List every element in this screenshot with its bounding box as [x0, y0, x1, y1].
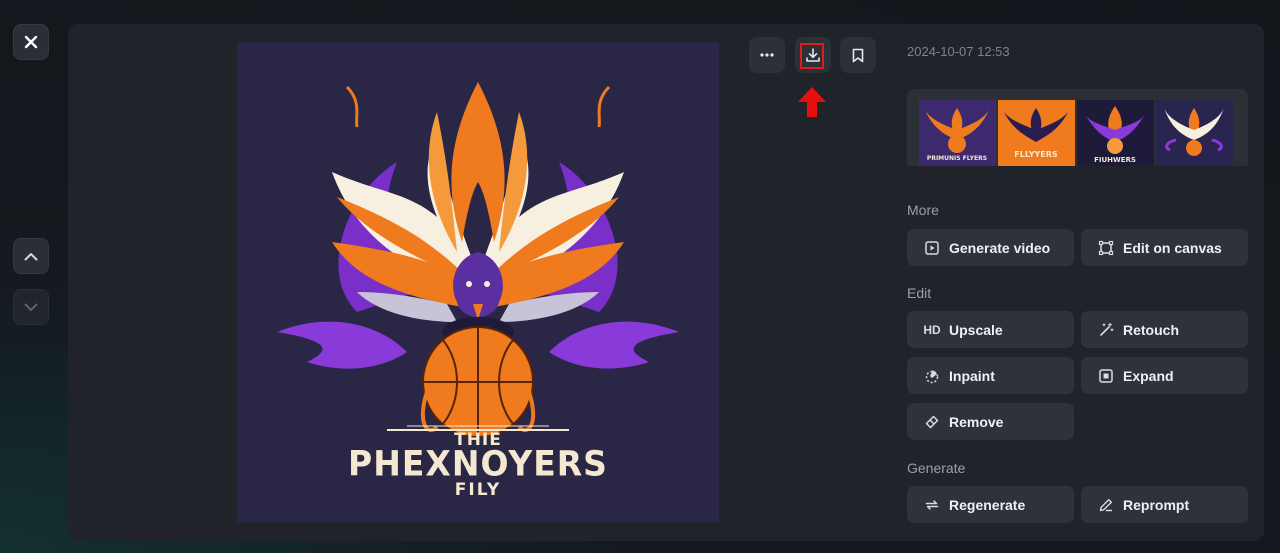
- retouch-label: Retouch: [1123, 321, 1179, 338]
- thumbnail-2[interactable]: FLLYYERS: [998, 100, 1075, 166]
- close-button[interactable]: [13, 24, 49, 60]
- expand-label: Expand: [1123, 367, 1174, 384]
- inpaint-icon: [923, 367, 941, 385]
- generate-video-button[interactable]: Generate video: [907, 229, 1074, 266]
- upscale-label: Upscale: [949, 321, 1003, 338]
- reprompt-button[interactable]: Reprompt: [1081, 486, 1248, 523]
- thumbnail-3[interactable]: FIUHWERS: [1077, 100, 1154, 166]
- bookmark-button[interactable]: [840, 37, 876, 73]
- regenerate-icon: [923, 496, 941, 514]
- more-options-button[interactable]: [749, 37, 785, 73]
- expand-icon: [1097, 367, 1115, 385]
- thumbnail-strip: PRIMUNIS FLYERS FLLYYERS FIUHWERS: [907, 89, 1248, 166]
- upscale-button[interactable]: HD Upscale: [907, 311, 1074, 348]
- regenerate-label: Regenerate: [949, 496, 1026, 513]
- image-text-line-2: PHEXNOYERS: [348, 443, 608, 484]
- next-image-button[interactable]: [13, 289, 49, 325]
- thumbnail-3-caption: FIUHWERS: [1094, 156, 1136, 164]
- image-timestamp: 2024-10-07 12:53: [907, 44, 1010, 59]
- pencil-icon: [1097, 496, 1115, 514]
- generated-image: THIE PHEXNOYERS FILY: [237, 42, 719, 522]
- bookmark-icon: [852, 48, 864, 62]
- magic-wand-icon: [1097, 321, 1115, 339]
- edit-on-canvas-label: Edit on canvas: [1123, 239, 1222, 256]
- section-label-more: More: [907, 202, 939, 218]
- remove-button[interactable]: Remove: [907, 403, 1074, 440]
- retouch-button[interactable]: Retouch: [1081, 311, 1248, 348]
- thumbnail-2-caption: FLLYYERS: [1014, 150, 1058, 159]
- download-icon: [806, 48, 820, 62]
- thumbnail-1[interactable]: PRIMUNIS FLYERS: [919, 100, 996, 166]
- section-label-generate: Generate: [907, 460, 966, 476]
- eraser-icon: [923, 413, 941, 431]
- generate-video-label: Generate video: [949, 239, 1051, 256]
- more-icon: [760, 53, 774, 57]
- canvas-icon: [1097, 239, 1115, 257]
- remove-label: Remove: [949, 413, 1004, 430]
- thumbnail-4[interactable]: [1156, 100, 1233, 166]
- red-arrow-up-icon: [798, 87, 826, 117]
- image-text-line-3: FILY: [454, 480, 502, 500]
- download-button[interactable]: [795, 37, 831, 73]
- chevron-up-icon: [24, 252, 38, 260]
- video-icon: [923, 239, 941, 257]
- close-icon: [24, 35, 38, 49]
- previous-image-button[interactable]: [13, 238, 49, 274]
- chevron-down-icon: [24, 303, 38, 311]
- reprompt-label: Reprompt: [1123, 496, 1190, 513]
- hd-icon: HD: [923, 322, 941, 337]
- inpaint-label: Inpaint: [949, 367, 995, 384]
- edit-on-canvas-button[interactable]: Edit on canvas: [1081, 229, 1248, 266]
- regenerate-button[interactable]: Regenerate: [907, 486, 1074, 523]
- section-label-edit: Edit: [907, 285, 932, 301]
- thumbnail-1-caption: PRIMUNIS FLYERS: [927, 155, 987, 162]
- inpaint-button[interactable]: Inpaint: [907, 357, 1074, 394]
- expand-button[interactable]: Expand: [1081, 357, 1248, 394]
